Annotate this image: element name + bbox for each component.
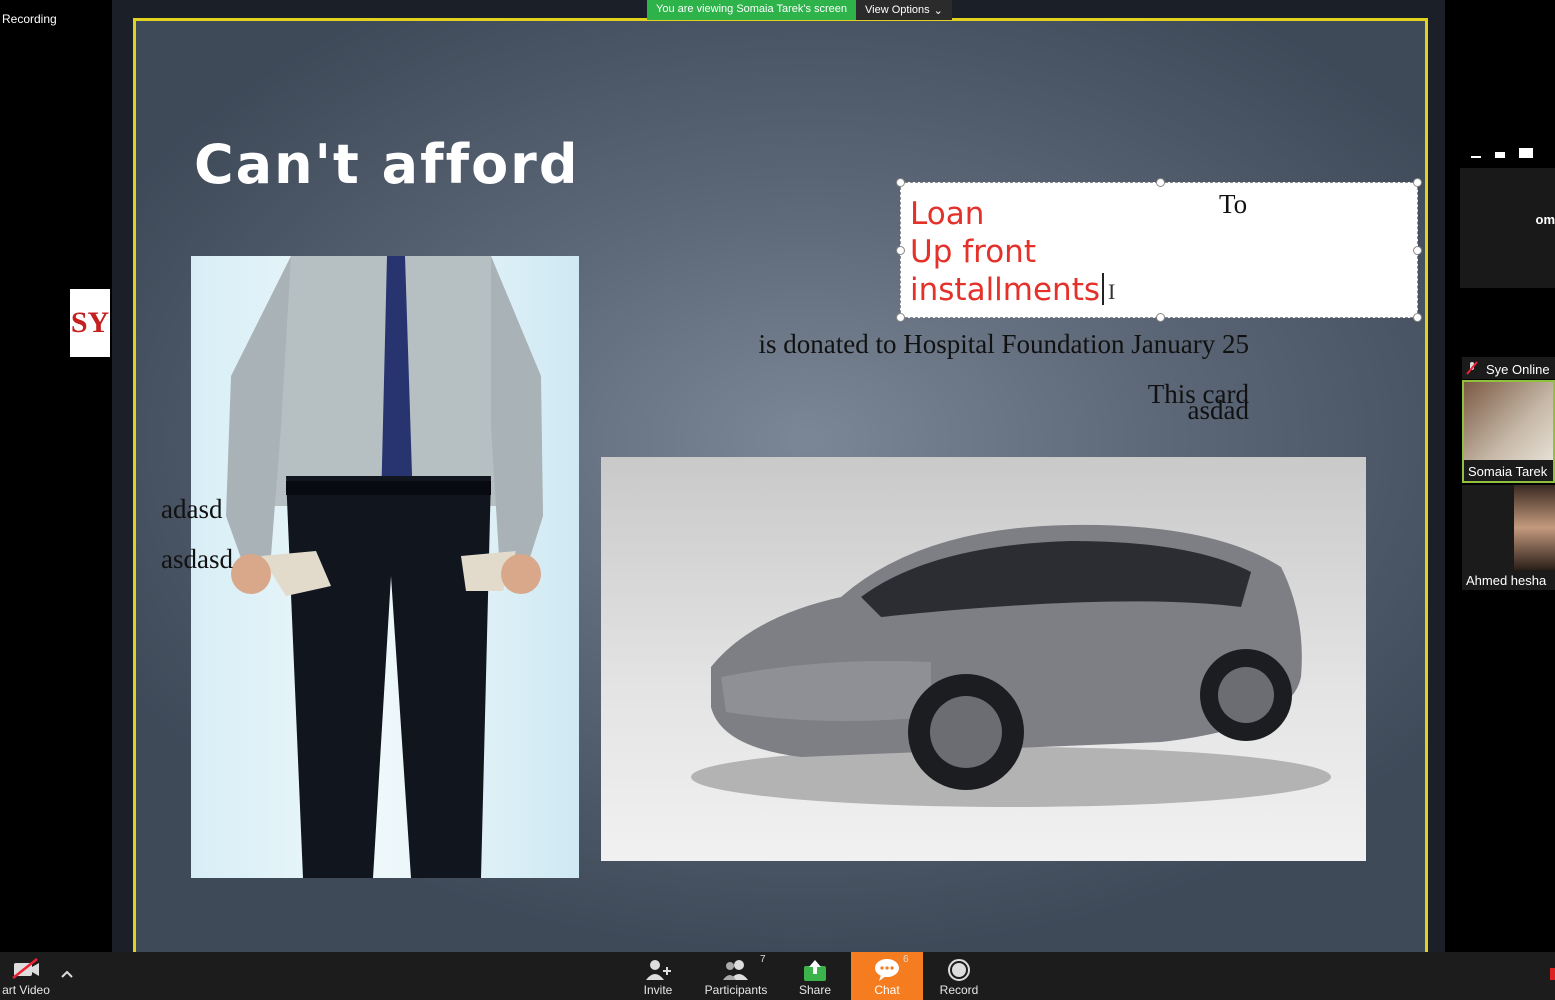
maximize-icon[interactable] (1519, 148, 1533, 158)
adasd-text: adasd (161, 494, 223, 524)
donated-text: is donated to Hospital Foundation Januar… (758, 329, 1249, 359)
to-text: To (1219, 189, 1248, 219)
invite-icon (646, 960, 671, 980)
chat-label: Chat (874, 983, 900, 997)
video-thumbnail (1464, 382, 1553, 460)
share-label: Share (798, 983, 832, 997)
view-options-button[interactable]: View Options ⌄ (856, 0, 952, 20)
start-video-label: art Video (2, 983, 50, 997)
presentation-slide: Can't afford Loan Up front installments … (133, 18, 1428, 952)
view-options-label: View Options (865, 4, 930, 16)
participants-icon (723, 960, 748, 980)
textbox-lines: Loan Up front installments (910, 195, 1105, 309)
sye-logo: SY (70, 289, 110, 357)
textbox-line-upfront: Up front (910, 234, 1036, 270)
chat-button[interactable]: 6 Chat (851, 952, 923, 1000)
invite-label: Invite (643, 983, 673, 997)
restore-icon[interactable] (1495, 152, 1505, 158)
participant-name: Sye Online (1486, 362, 1550, 377)
editable-text-box[interactable]: Loan Up front installments To I (896, 178, 1422, 322)
share-screen-button[interactable]: Share (790, 952, 840, 1000)
active-speaker-tile: om (1460, 168, 1555, 288)
resize-handle[interactable] (896, 178, 905, 187)
empty-pockets-image (191, 256, 579, 878)
resize-handle[interactable] (1413, 246, 1422, 255)
slide-title: Can't afford (194, 133, 580, 196)
viewing-screen-label: You are viewing Somaia Tarek's screen (647, 0, 857, 20)
record-icon (948, 959, 970, 981)
share-icon (804, 960, 826, 981)
text-caret (1102, 273, 1105, 305)
logo-text: SY (70, 306, 110, 339)
resize-handle[interactable] (896, 313, 905, 322)
textbox-line-installments: installments (910, 272, 1101, 308)
participant-tile-ahmed[interactable]: Ahmed hesha (1462, 485, 1555, 590)
participants-button[interactable]: 7 Participants (696, 952, 776, 1000)
textbox-line-loan: Loan (910, 196, 985, 232)
record-button[interactable]: Record (932, 952, 986, 1000)
resize-handle[interactable] (1156, 313, 1165, 322)
video-thumbnail (1514, 485, 1555, 570)
participant-tile-sye[interactable]: Sye Online (1462, 357, 1555, 379)
invite-button[interactable]: Invite (632, 952, 684, 1000)
gallery-window-controls (1471, 146, 1533, 158)
meeting-toolbar: art Video Invite 7 Participants Share 6 … (0, 952, 1555, 1000)
participants-count: 7 (760, 954, 766, 965)
car-image (601, 457, 1366, 861)
video-off-icon (12, 958, 39, 979)
end-meeting-edge (1550, 968, 1555, 980)
participant-name: Ahmed hesha (1466, 573, 1547, 588)
partial-name-text: om (1535, 212, 1555, 227)
chat-icon (875, 959, 899, 981)
chevron-down-icon: ⌄ (933, 4, 943, 17)
zoom-meeting-window: Recording You are viewing Somaia Tarek's… (0, 0, 1555, 1000)
screen-share-banner: You are viewing Somaia Tarek's screen Vi… (647, 0, 952, 20)
participant-name: Somaia Tarek (1468, 464, 1548, 479)
resize-handle[interactable] (1413, 178, 1422, 187)
chat-count: 6 (903, 954, 909, 965)
resize-handle[interactable] (896, 246, 905, 255)
record-label: Record (939, 983, 979, 997)
participants-label: Participants (704, 983, 768, 997)
asdasd-text: asdasd (161, 544, 233, 574)
participant-tile-somaia[interactable]: Somaia Tarek (1462, 380, 1555, 483)
recording-indicator: Recording (2, 12, 57, 26)
ibeam-cursor-icon: I (1108, 279, 1116, 304)
video-options-button[interactable] (58, 952, 76, 1000)
asdad-text: asdad (1187, 395, 1249, 425)
minimize-icon[interactable] (1471, 156, 1481, 158)
resize-handle[interactable] (1156, 178, 1165, 187)
caret-up-icon (61, 970, 73, 978)
start-video-button[interactable]: art Video (0, 952, 52, 1000)
muted-mic-icon (1466, 361, 1478, 375)
resize-handle[interactable] (1413, 313, 1422, 322)
